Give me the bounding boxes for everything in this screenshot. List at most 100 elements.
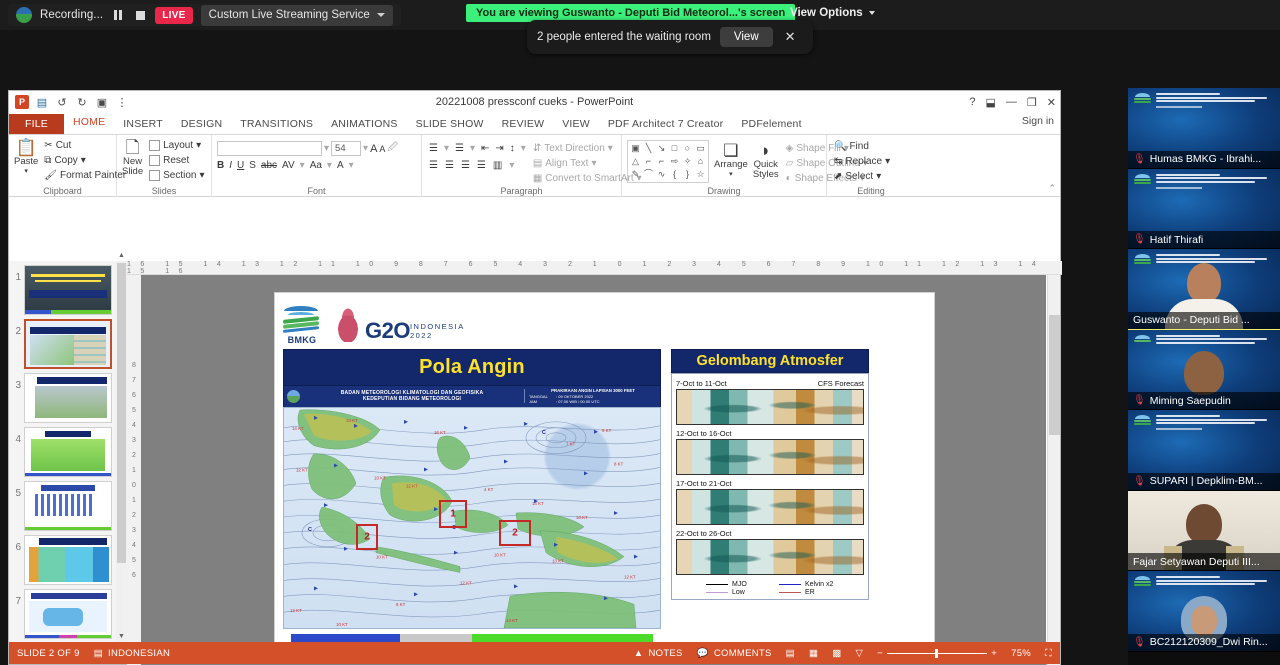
scrollbar-thumb[interactable] [1049,315,1060,435]
zoom-track[interactable] [887,653,987,654]
participant-tile-3[interactable]: 🎙 Miming Saepudin [1128,330,1280,411]
decrease-indent-icon[interactable]: ⇤ [481,143,489,154]
paragraph-align-row[interactable]: ☰ ☰ ☰ ☰ ▥▾ [427,159,528,172]
zoom-knob[interactable] [935,649,938,658]
tab-animations[interactable]: ANIMATIONS [322,114,407,134]
paragraph-list-row[interactable]: ☰▾ ☰▾ ⇤ ⇥ ↕▾ [427,142,528,155]
minimize-icon[interactable]: — [1006,96,1017,108]
zoom-level-label[interactable]: 75% [1011,648,1031,659]
participant-tile-6[interactable]: 🎙 BC212120309_Dwi Rin... [1128,571,1280,652]
live-streaming-service-select[interactable]: Custom Live Streaming Service [201,5,393,26]
participant-video-strip[interactable]: 🎙 Humas BMKG - Ibrahi... 🎙 Hatif Thirafi [1128,88,1280,665]
thumbnail-2[interactable] [24,319,112,369]
fit-to-window-icon[interactable]: ⛶ [1045,648,1052,659]
replace-button[interactable]: ↹Replace▾ [832,155,910,168]
align-right-icon[interactable]: ☰ [461,160,470,171]
chevron-down-icon[interactable]: ▾ [521,143,526,154]
new-slide-button[interactable]: 🗋 New Slide [122,137,143,177]
find-button[interactable]: 🔍Find [832,140,910,153]
slide-vertical-scrollbar[interactable] [1047,275,1060,665]
bold-button[interactable]: B [217,160,224,171]
zoom-slider[interactable]: − + [877,648,997,659]
cut-button[interactable]: ✂Cut [42,139,128,152]
thumbnail-item[interactable]: 4 [9,423,126,477]
justify-icon[interactable]: ☰ [477,160,486,171]
thumbnail-item[interactable]: 6 [9,531,126,585]
thumbnail-7[interactable] [24,589,112,639]
layout-button[interactable]: Layout▾ [147,139,206,152]
shrink-font-button[interactable]: A [379,144,385,154]
ribbon-display-options-icon[interactable]: ⬓ [986,96,996,109]
thumbnail-3[interactable] [24,373,112,423]
help-icon[interactable]: ? [969,96,975,108]
participant-tile-0[interactable]: 🎙 Humas BMKG - Ibrahi... [1128,88,1280,169]
copy-button[interactable]: ⧉Copy▾ [42,154,128,167]
zoom-in-button[interactable]: + [991,648,997,659]
select-button[interactable]: ⬈Select▾ [832,170,910,183]
font-color-button[interactable]: A [337,160,344,171]
thumbnail-item[interactable]: 5 [9,477,126,531]
current-slide[interactable]: BMKG G2O INDONESIA 2022 [274,292,935,664]
waiting-room-view-button[interactable]: View [720,27,773,47]
character-spacing-button[interactable]: AV [282,160,295,171]
shapes-gallery[interactable]: ▣╲↘□○▭ △⌐⌐⇨✧⌂ ✎⌒∿{}☆ [627,140,709,183]
chevron-down-icon[interactable]: ▾ [300,160,305,171]
tab-home[interactable]: HOME [64,112,114,134]
chevron-down-icon[interactable]: ▾ [470,143,475,154]
normal-view-icon[interactable]: ▤ [786,648,795,659]
pause-recording-icon[interactable] [111,8,125,22]
chevron-down-icon[interactable]: ▾ [327,160,332,171]
paste-button[interactable]: 📋 Paste ▾ [14,137,38,175]
text-shadow-button[interactable]: S [249,160,256,171]
reading-view-icon[interactable]: ▩ [832,648,841,659]
slide-editing-area[interactable]: BMKG G2O INDONESIA 2022 [141,275,1046,665]
tab-insert[interactable]: INSERT [114,114,172,134]
chevron-down-icon[interactable]: ▾ [444,143,449,154]
tab-file[interactable]: FILE [9,114,64,134]
zoom-out-button[interactable]: − [877,648,883,659]
language-status[interactable]: ▤ INDONESIAN [94,648,170,659]
line-spacing-icon[interactable]: ↕ [510,143,515,154]
participant-tile-1[interactable]: 🎙 Hatif Thirafi [1128,169,1280,250]
scrollbar-thumb[interactable] [117,263,126,563]
scroll-up-icon[interactable]: ▲ [117,252,126,261]
tab-transitions[interactable]: TRANSITIONS [231,114,322,134]
close-icon[interactable]: ✕ [782,29,799,45]
tab-pdfelement[interactable]: PDFelement [732,114,810,134]
stop-recording-icon[interactable] [133,8,147,22]
change-case-button[interactable]: Aa [310,160,322,171]
thumbnail-item[interactable]: 3 [9,369,126,423]
tab-slide-show[interactable]: SLIDE SHOW [407,114,493,134]
align-center-icon[interactable]: ☰ [445,160,454,171]
section-button[interactable]: Section▾ [147,169,206,182]
tab-design[interactable]: DESIGN [172,114,231,134]
thumbnail-1[interactable] [24,265,112,315]
format-painter-button[interactable]: 🖌Format Painter [42,169,128,182]
sign-in-link[interactable]: Sign in [1022,115,1054,127]
thumbnail-item[interactable]: 2 [9,315,126,369]
tab-view[interactable]: VIEW [553,114,599,134]
font-size-input[interactable]: 54 [331,141,361,156]
scroll-down-icon[interactable]: ▼ [117,633,126,642]
thumbnail-5[interactable] [24,481,112,531]
slide-sorter-icon[interactable]: ▦ [809,648,818,659]
underline-button[interactable]: U [237,160,244,171]
italic-button[interactable]: I [229,160,232,171]
slide-counter[interactable]: SLIDE 2 OF 9 [17,648,80,659]
grow-font-button[interactable]: A [370,143,377,155]
thumbnail-item[interactable]: 7 [9,585,126,639]
participant-tile-5[interactable]: Fajar Setyawan Deputi III... [1128,491,1280,572]
collapse-ribbon-icon[interactable]: ⌃ [1048,183,1056,194]
arrange-button[interactable]: ❏ Arrange ▾ [714,140,748,178]
participant-tile-2[interactable]: Guswanto - Deputi Bid ... [1128,249,1280,330]
slide-thumbnail-pane[interactable]: 1 2 3 [9,261,127,642]
thumbnail-item[interactable]: 1 [9,261,126,315]
notes-button[interactable]: ▲NOTES [634,648,683,659]
restore-icon[interactable]: ❐ [1027,96,1037,109]
thumbnail-scrollbar[interactable]: ▲ ▼ [116,261,127,642]
columns-icon[interactable]: ▥ [493,160,502,171]
bullets-icon[interactable]: ☰ [429,143,438,154]
tab-pdf-architect[interactable]: PDF Architect 7 Creator [599,114,732,134]
thumbnail-4[interactable] [24,427,112,477]
chevron-down-icon[interactable]: ▾ [349,160,354,171]
